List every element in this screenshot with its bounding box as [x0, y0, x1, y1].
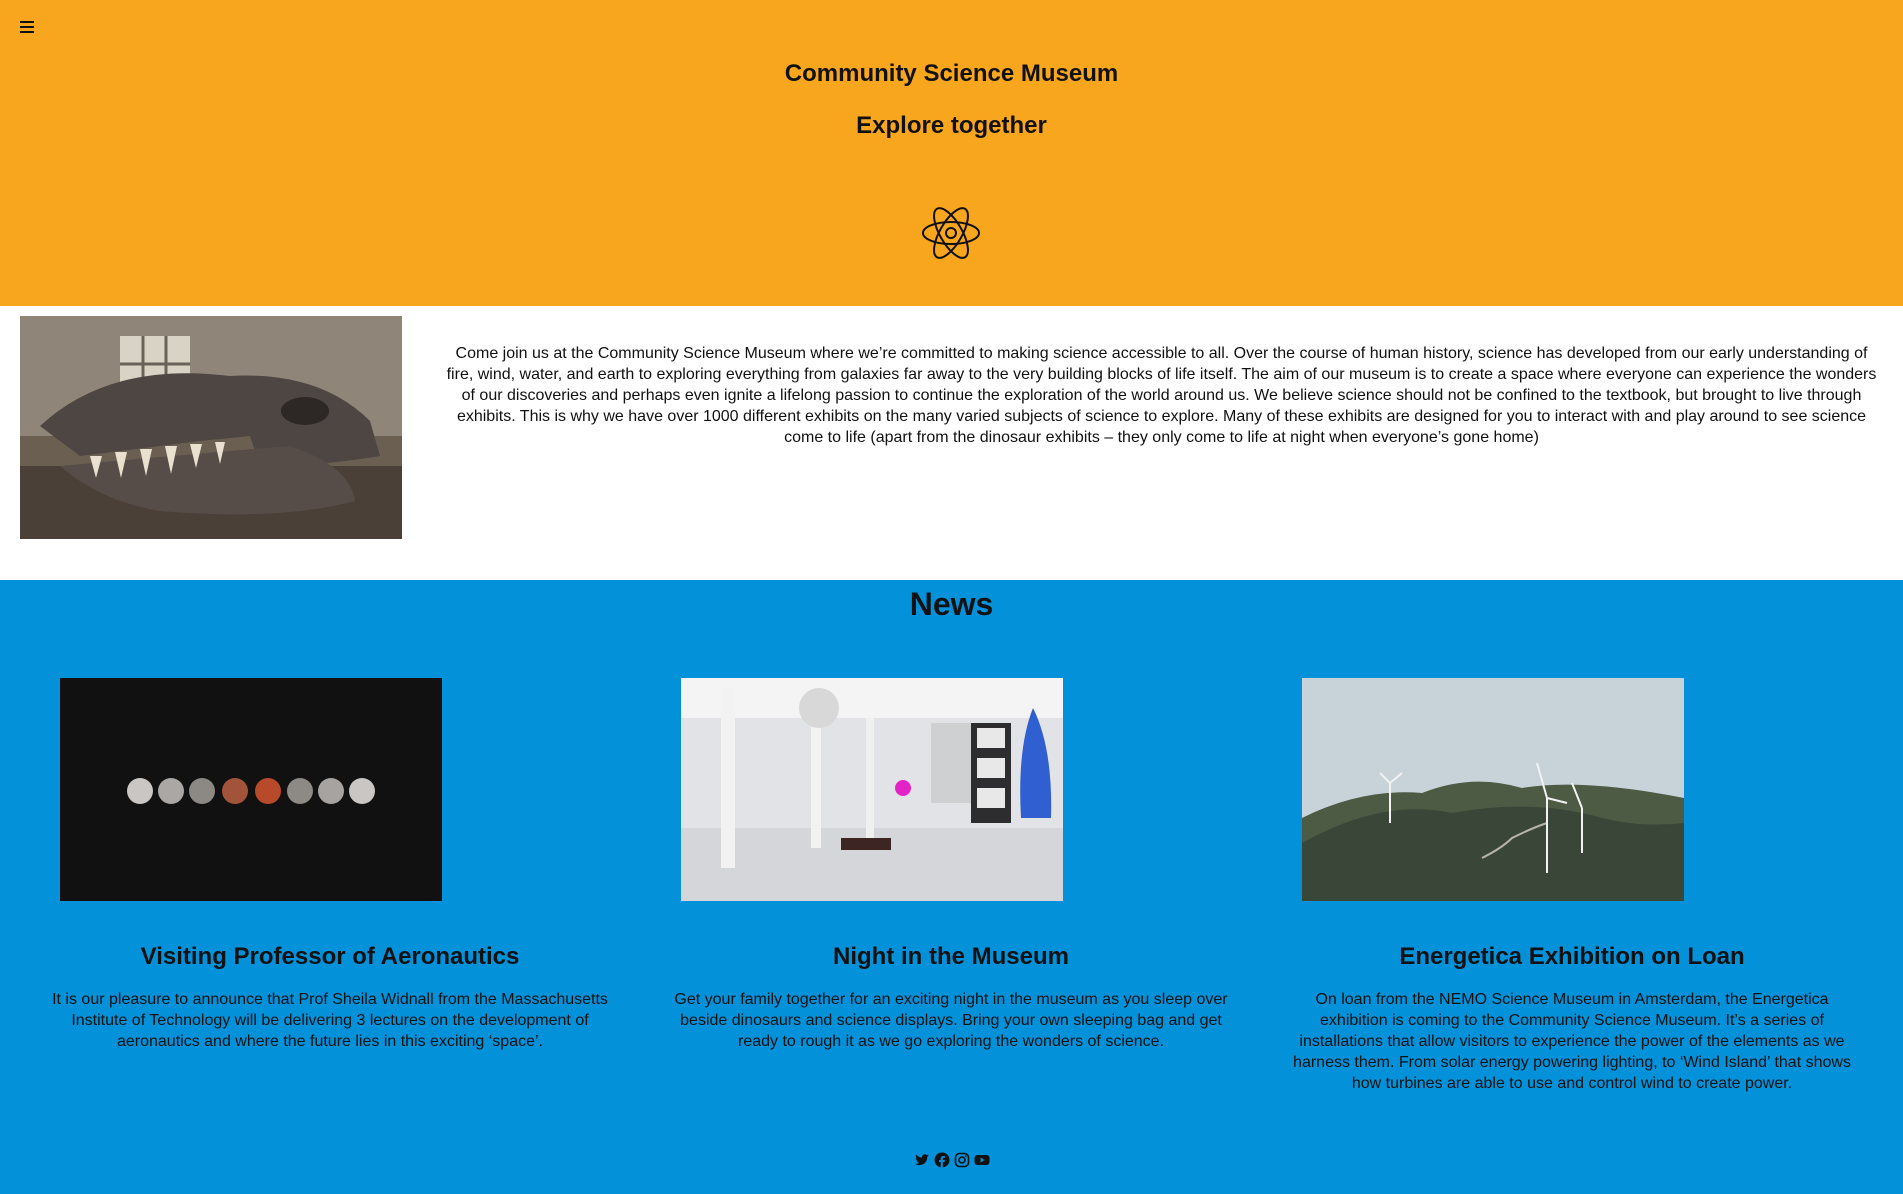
atom-icon	[921, 203, 981, 263]
news-item-body: On loan from the NEMO Science Museum in …	[1293, 991, 1851, 1092]
site-title: Community Science Museum	[784, 60, 1119, 87]
lunar-eclipse-image[interactable]	[60, 678, 442, 901]
twitter-icon[interactable]	[914, 1152, 930, 1168]
intro-section: Come join us at the Community Science Mu…	[0, 306, 1903, 580]
hamburger-menu-icon[interactable]	[18, 18, 36, 36]
facebook-icon[interactable]	[934, 1152, 950, 1168]
dinosaur-skull-image	[20, 316, 402, 539]
intro-paragraph: Come join us at the Community Science Mu…	[446, 345, 1877, 446]
news-card: Night in the Museum Get your family toge…	[661, 678, 1241, 1052]
museum-hall-image[interactable]	[681, 678, 1063, 901]
news-item-body: It is our pleasure to announce that Prof…	[52, 991, 608, 1050]
news-card: Energetica Exhibition on Loan On loan fr…	[1282, 678, 1862, 1094]
news-item-title[interactable]: Energetica Exhibition on Loan	[1282, 943, 1862, 971]
wind-turbines-image[interactable]	[1302, 678, 1684, 901]
news-section: News Visiting Professor of Aeronautics I…	[0, 580, 1903, 1194]
news-heading: News	[909, 586, 994, 622]
news-card: Visiting Professor of Aeronautics It is …	[40, 678, 620, 1052]
news-item-title[interactable]: Visiting Professor of Aeronautics	[40, 943, 620, 971]
news-item-title[interactable]: Night in the Museum	[661, 943, 1241, 971]
instagram-icon[interactable]	[954, 1152, 970, 1168]
youtube-icon[interactable]	[974, 1152, 990, 1168]
site-tagline: Explore together	[856, 112, 1047, 139]
social-links	[0, 1152, 1903, 1168]
site-header: Community Science Museum Explore togethe…	[0, 0, 1903, 306]
news-item-body: Get your family together for an exciting…	[674, 991, 1228, 1050]
